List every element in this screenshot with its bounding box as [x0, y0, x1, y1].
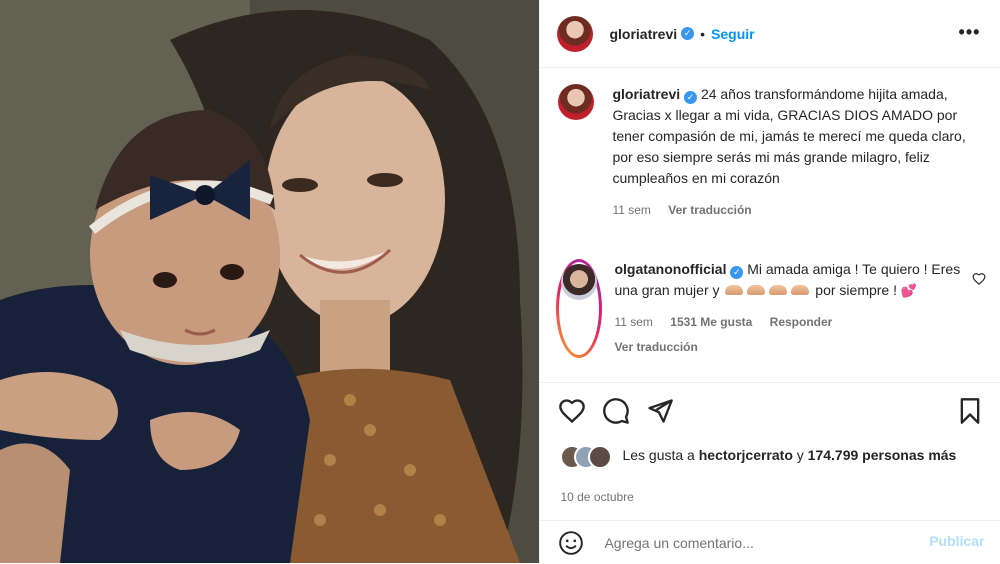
likes-suffix[interactable]: más — [928, 447, 956, 463]
comment-translate-button[interactable]: Ver traducción — [614, 340, 697, 354]
heart-outline-icon[interactable] — [558, 397, 586, 425]
two-hearts-emoji: 💕 — [900, 283, 918, 298]
caption-username[interactable]: gloriatrevi — [612, 86, 680, 102]
comment-likes[interactable]: 1531 Me gusta — [670, 315, 752, 329]
caption-time[interactable]: 11 sem — [612, 203, 650, 217]
flexed-biceps-emoji-icon — [747, 285, 766, 295]
more-options-icon[interactable]: ••• — [959, 22, 981, 43]
liker-avatars[interactable] — [560, 445, 622, 469]
comment-username[interactable]: olgatanonofficial — [614, 261, 726, 277]
comment-text-end: por siempre ! — [815, 282, 897, 298]
publish-button[interactable]: Publicar — [929, 533, 984, 549]
paper-plane-icon[interactable] — [646, 397, 674, 425]
bookmark-icon[interactable] — [956, 397, 984, 425]
verified-badge-icon: ✓ — [730, 266, 744, 279]
actions-divider — [540, 382, 1000, 383]
separator-dot: • — [700, 25, 706, 42]
post-caption: gloriatrevi ✓ 24 años transformándome hi… — [558, 84, 988, 221]
likes-summary: Les gusta a hectorjcerrato y 174.799 per… — [560, 445, 980, 469]
flexed-biceps-emoji-icon — [725, 285, 744, 295]
smiley-icon[interactable] — [558, 530, 584, 556]
likes-prefix: Les gusta a — [622, 447, 695, 463]
comment-bubble-icon[interactable] — [602, 397, 630, 425]
comment-translate-row: Ver traducción — [614, 337, 964, 358]
story-ring[interactable] — [556, 259, 603, 358]
caption-translate-button[interactable]: Ver traducción — [668, 203, 751, 217]
comment-item: olgatanonofficial ✓ Mi amada amiga ! Te … — [556, 259, 986, 358]
header-username[interactable]: gloriatrevi — [609, 26, 677, 42]
verified-badge-icon: ✓ — [681, 27, 695, 40]
post-photo[interactable] — [0, 0, 540, 563]
likes-count[interactable]: 174.799 personas — [808, 447, 925, 463]
post-date[interactable]: 10 de octubre — [560, 490, 633, 504]
comment-like-heart-icon[interactable] — [972, 272, 986, 286]
verified-badge-icon: ✓ — [684, 91, 698, 104]
avatar — [588, 445, 613, 469]
photo-illustration — [0, 0, 540, 563]
post-side-panel: gloriatrevi ✓ • Seguir ••• gloriatrevi ✓… — [539, 0, 1000, 563]
likes-user-link[interactable]: hectorjcerrato — [699, 447, 793, 463]
flexed-biceps-emoji-icon — [769, 285, 788, 295]
avatar[interactable] — [557, 15, 594, 52]
follow-button[interactable]: Seguir — [711, 26, 755, 42]
post-header: gloriatrevi ✓ • Seguir ••• — [540, 0, 1000, 68]
caption-avatar[interactable] — [558, 84, 595, 120]
comment-avatar[interactable] — [561, 264, 598, 300]
comment-meta: 11 sem 1531 Me gusta Responder — [614, 312, 964, 333]
caption-meta: 11 sem Ver traducción — [612, 200, 984, 221]
add-comment-bar: Publicar — [540, 520, 1000, 564]
reply-button[interactable]: Responder — [770, 315, 833, 329]
flexed-biceps-emoji-icon — [791, 285, 810, 295]
action-bar — [558, 397, 988, 425]
comment-input[interactable] — [602, 533, 927, 552]
comment-time[interactable]: 11 sem — [614, 315, 652, 329]
likes-conj: y — [796, 447, 804, 463]
